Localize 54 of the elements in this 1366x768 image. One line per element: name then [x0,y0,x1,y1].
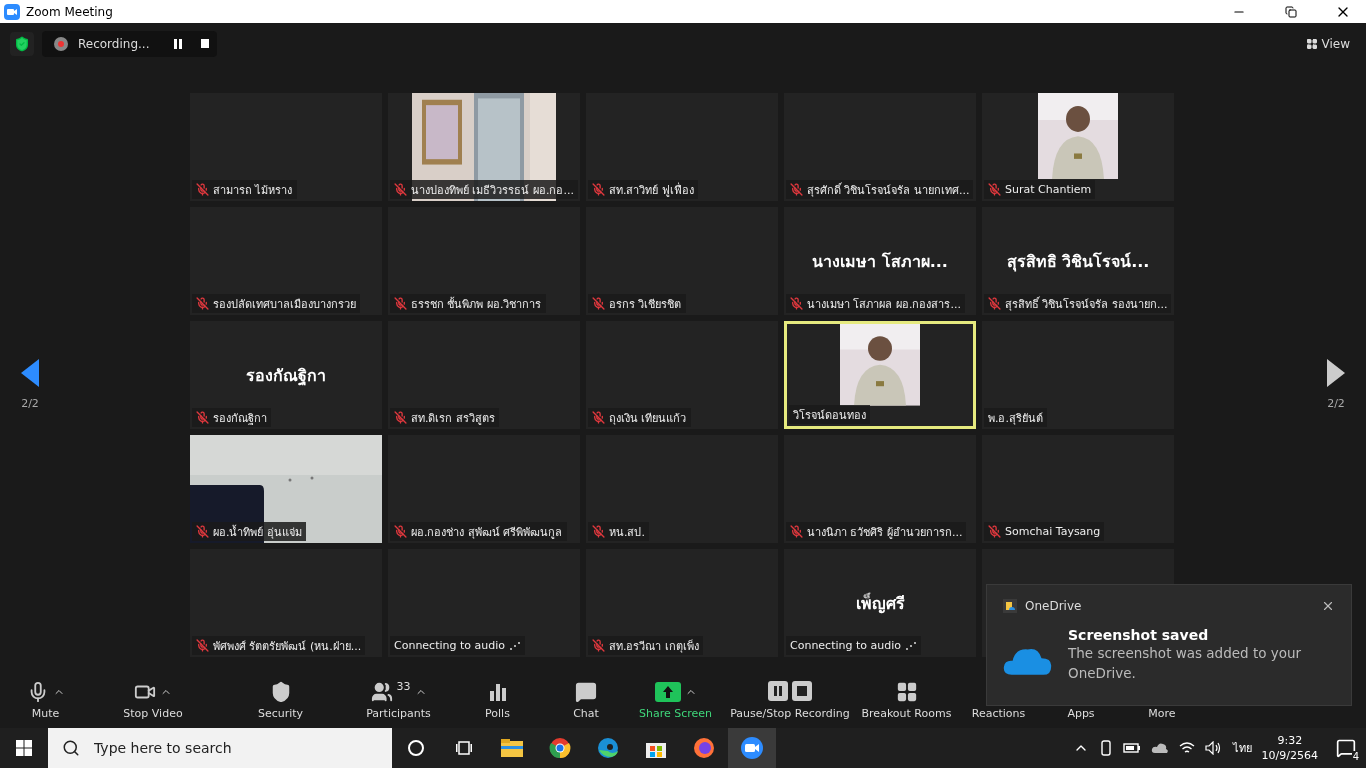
participant-label: สท.สาวิทย์ ฟูเฟื่อง [609,181,694,199]
participant-label: อรกร วิเชียรชิต [609,296,682,313]
search-field[interactable]: Type here to search [92,739,392,757]
participant-label: สท.ดิเรก สรวิสูตร [411,410,495,427]
toolbar-button[interactable]: Chat [544,680,628,720]
search-box[interactable]: Type here to search [48,728,392,768]
participant-name: นางเมษา โสภาผ... [812,250,948,273]
participant-label: วิโรจน์ดอนทอง [793,407,866,424]
participant-label: พัศพงศ์ รัตตรัยพัฒน์ (หน.ฝ่าย... [213,638,362,655]
participant-label: รองกัณฐิกา [213,410,267,427]
participant-label: สุรศักดิ์ วิชินโรจน์จรัล นายกเทศ... [807,181,970,199]
participant-label: Somchai Taysang [1005,525,1101,538]
toolbar-button[interactable]: 33 Participants [346,680,451,720]
page-indicator: 2/2 [21,397,39,410]
participant-label: ถุงเงิน เทียนแก้ว [609,410,687,427]
participant-label: Connecting to audio [394,639,505,652]
toolbar-button[interactable]: Apps [1041,680,1121,720]
app-name: OneDrive [1025,599,1083,613]
participant-label: พ.อ.สุริยันต์ [988,410,1043,427]
participant-label: สามารถ ไม้หราง [213,182,293,199]
page-indicator: 2/2 [1327,397,1345,410]
participant-label: Connecting to audio [790,639,901,652]
participant-label: ผอ.น้ำทิพย์ อุ่นแจ่ม [213,524,302,541]
toolbar-button[interactable]: Polls [451,680,544,720]
participant-label: Surat Chantiem [1005,183,1092,196]
toolbar-button[interactable]: Reactions [956,680,1041,720]
toolbar-button[interactable]: Breakout Rooms [857,680,956,720]
toolbar-button[interactable]: Mute [0,680,91,720]
participant-name: รองกัณฐิกา [246,364,326,388]
toolbar-button[interactable]: Share Screen [628,680,723,720]
toolbar-button[interactable]: Pause/Stop Recording [723,680,857,720]
participant-label: นางปองทิพย์ เมธีวิวรรธน์ ผอ.กอ... [411,182,574,199]
toolbar-button[interactable]: More [1121,680,1203,720]
window-title: Zoom Meeting [26,4,114,19]
notification-title: Screenshot saved [1068,627,1210,643]
toolbar-button[interactable]: Stop Video [91,680,215,720]
recording-status: Recording... [78,36,150,51]
notification-count: 4 [1351,751,1360,762]
clock[interactable]: 9:32 10/9/2564 [1261,733,1318,763]
toolbar-button[interactable]: Security [215,680,346,720]
participant-label: สุรสิทธิ์ วิชินโรจน์จรัล รองนายก... [1005,295,1168,313]
language-indicator[interactable]: ไทย [1232,739,1252,757]
participant-name: สุรสิทธิ วิชินโรจน์... [1006,250,1150,274]
participant-label: ธรรชก ชั้นพิภพ ผอ.วิชาการ [411,296,542,313]
participant-label: หน.สป. [609,524,645,541]
participant-name: เพ็ญศรี [855,591,905,616]
notification-body: The screenshot was added to your OneDrive. [1068,644,1303,683]
participant-label: ผอ.กองช่าง สุพัฒน์ ศรีพิพัฒนกูล [411,524,563,541]
participant-count: 33 [396,680,411,693]
participant-label: รองปลัดเทศบาลเมืองบางกรวย [213,296,356,313]
participant-label: นางเมษา โสภาผล ผอ.กองสาร... [807,296,961,313]
view-button[interactable]: View [1299,35,1356,52]
participant-label: นางนิภา ธวัชศิริ ผู้อำนวยการก... [807,524,963,541]
participant-label: สท.อรวีณา เกตุเพ็ง [609,638,699,655]
